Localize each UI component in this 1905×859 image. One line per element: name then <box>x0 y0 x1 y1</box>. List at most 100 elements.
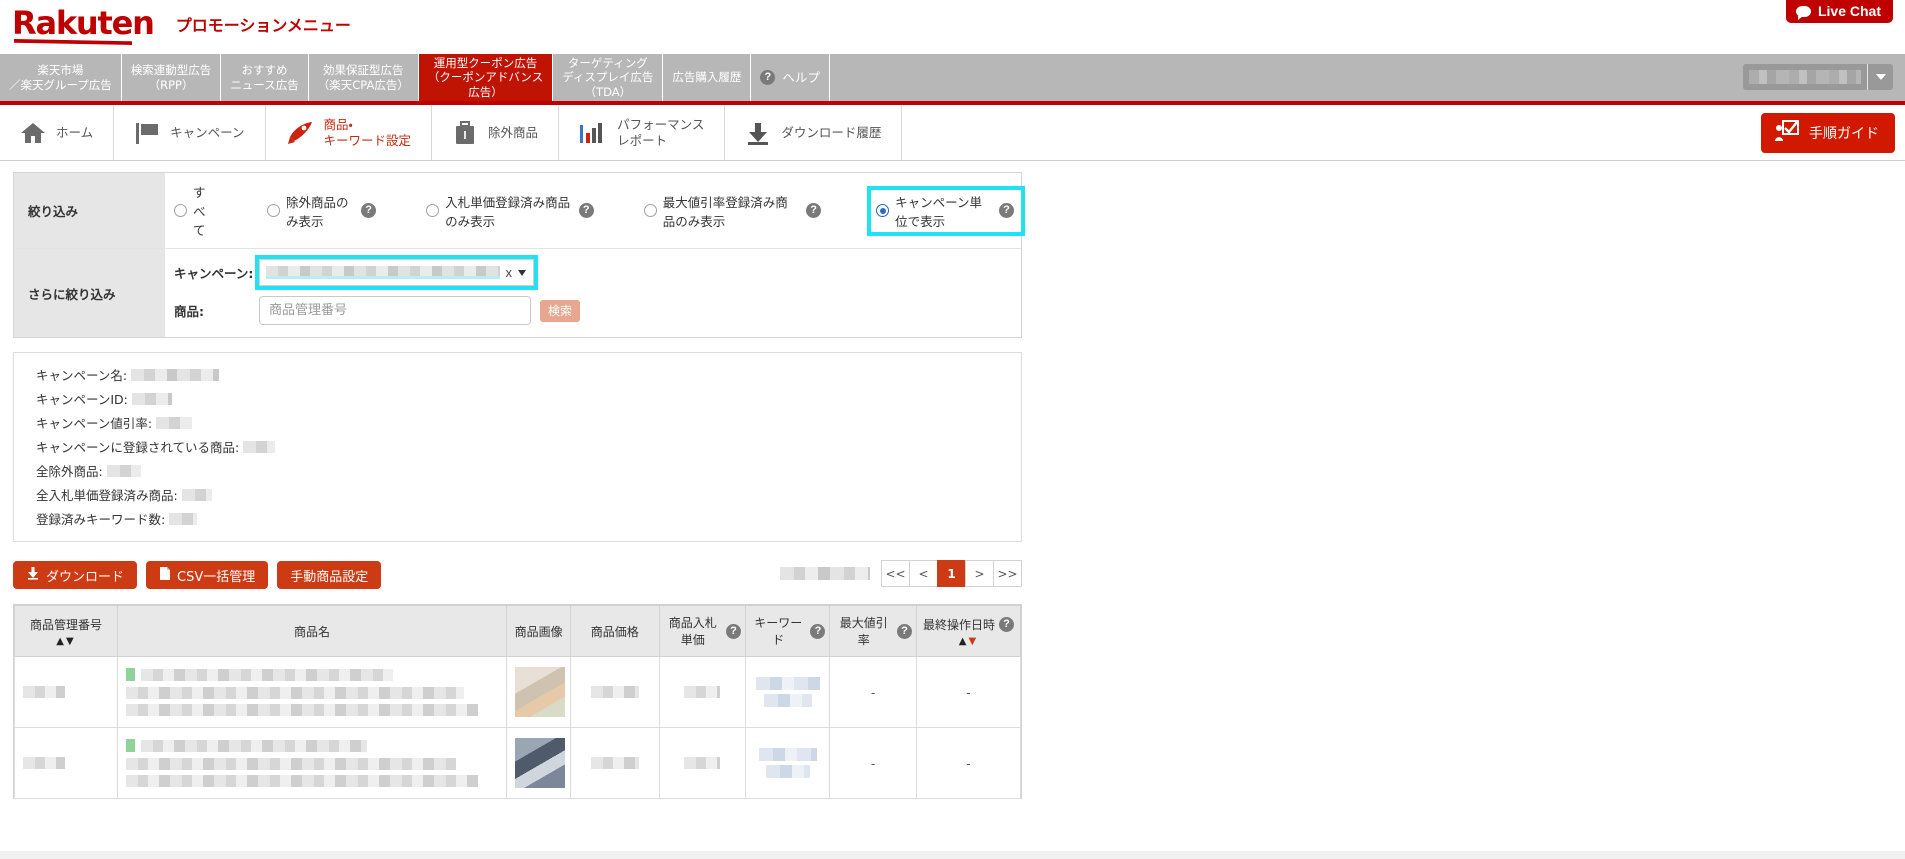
col-label: 商品管理番号 <box>29 617 102 632</box>
help-question-icon[interactable]: ? <box>361 203 377 218</box>
col-label: 最大値引率 <box>839 616 888 647</box>
info-all-excluded-products: 全除外商品: <box>36 461 1021 480</box>
filter-row-narrow: 絞り込み すべて 除外商品のみ表示 ? 入札単価登録済み商品のみ表示 ? 最大値… <box>14 173 1025 249</box>
pagination-next[interactable]: > <box>965 560 994 587</box>
col-max-discount-rate[interactable]: 最大値引率 ? <box>829 605 917 657</box>
sort-arrows-icon[interactable]: ▲▼ <box>19 636 113 647</box>
tab-rpp[interactable]: 検索連動型広告 （RPP） <box>122 54 222 101</box>
tab-label: 運用型クーポン広告 （クーポンアドバンス 広告） <box>427 56 544 99</box>
info-value-masked <box>131 392 172 405</box>
menu-item-excluded-products[interactable]: 除外商品 <box>432 105 560 160</box>
tab-cpa-ads[interactable]: 効果保証型広告 （楽天CPA広告） <box>309 54 419 101</box>
col-label: 商品入札単価 <box>668 616 717 647</box>
col-product-image[interactable]: 商品画像 <box>506 605 571 657</box>
info-value-masked <box>243 440 276 453</box>
radio-circle-icon <box>426 204 440 217</box>
info-all-bid-registered-products: 全入札単価登録済み商品: <box>36 485 1021 504</box>
tab-label: 検索連動型広告 （RPP） <box>130 63 212 92</box>
live-chat-button[interactable]: Live Chat <box>1785 0 1893 23</box>
campaign-clear-icon[interactable]: x <box>504 265 515 280</box>
chevron-down-icon[interactable] <box>518 269 526 276</box>
tab-tda[interactable]: ターゲティング ディスプレイ広告 （TDA） <box>553 54 664 101</box>
tab-label: ヘルプ <box>782 69 820 85</box>
cell-product-name <box>116 727 508 799</box>
help-question-icon[interactable]: ? <box>998 203 1014 218</box>
menu-item-home[interactable]: ホーム <box>0 105 115 160</box>
tab-news-ads[interactable]: おすすめ ニュース広告 <box>221 54 309 101</box>
help-question-icon[interactable]: ? <box>896 623 912 639</box>
item-code-input[interactable] <box>259 296 531 325</box>
cell-max-discount-rate: - <box>829 656 917 728</box>
cell-product-image <box>506 656 571 728</box>
col-product-code[interactable]: 商品管理番号 ▲▼ <box>14 605 118 657</box>
cell-product-bid-price <box>658 727 747 799</box>
chat-bubble-icon <box>1795 5 1811 20</box>
radio-max-discount-registered-only[interactable]: 最大値引率登録済み商品のみ表示 ? <box>643 192 822 230</box>
col-product-bid-price[interactable]: 商品入札単価 ? <box>658 605 747 657</box>
help-question-icon[interactable]: ? <box>726 623 742 639</box>
brand-area: Rakuten プロモーションメニュー <box>12 7 351 45</box>
tab-rakuten-ichiba[interactable]: 楽天市場 ／楽天グループ広告 <box>0 54 122 101</box>
pagination-prev[interactable]: < <box>909 560 938 587</box>
campaign-row: キャンペーン: x <box>174 255 580 290</box>
tab-label: ターゲティング ディスプレイ広告 （TDA） <box>562 56 654 99</box>
sort-arrows-icon[interactable]: ▲▼ <box>921 636 1016 647</box>
help-question-icon[interactable]: ? <box>578 203 594 218</box>
info-label: キャンペーン値引率: <box>36 416 153 431</box>
col-product-price[interactable]: 商品価格 <box>570 605 660 657</box>
col-label: 商品名 <box>294 624 331 639</box>
cell-product-code <box>14 727 118 799</box>
tab-help[interactable]: ? ヘルプ <box>751 54 830 101</box>
radio-all[interactable]: すべて <box>174 182 217 239</box>
radio-bid-registered-only[interactable]: 入札単価登録済み商品のみ表示 ? <box>426 192 594 230</box>
secondary-menu-bar: ホーム キャンペーン 商品・ キーワード設定 除外商品 パフォーマンス レポート <box>0 105 1905 161</box>
radio-by-campaign[interactable]: キャンペーン単位で表示 ? <box>867 185 1025 236</box>
menu-spacer <box>902 105 1905 160</box>
pagination-last[interactable]: >> <box>993 560 1022 587</box>
menu-item-performance-report[interactable]: パフォーマンス レポート <box>559 105 726 160</box>
pagination-page-1[interactable]: 1 <box>937 560 966 587</box>
pagination: << < 1 > >> <box>780 560 1022 587</box>
bar-chart-icon <box>579 121 607 145</box>
menu-item-campaign[interactable]: キャンペーン <box>114 105 266 160</box>
pagination-first[interactable]: << <box>881 560 910 587</box>
col-last-operation-time[interactable]: 最終操作日時 ? ▲▼ <box>915 605 1022 657</box>
col-product-name[interactable]: 商品名 <box>116 605 508 657</box>
csv-bulk-button[interactable]: CSV一括管理 <box>146 561 269 589</box>
guide-button[interactable]: 手順ガイド <box>1761 113 1895 153</box>
product-thumbnail[interactable] <box>515 738 566 788</box>
primary-tab-bar: 楽天市場 ／楽天グループ広告 検索連動型広告 （RPP） おすすめ ニュース広告… <box>0 54 1905 105</box>
info-value-masked <box>131 368 220 381</box>
help-question-icon[interactable]: ? <box>806 203 822 218</box>
info-label: キャンペーンID: <box>36 392 128 407</box>
menu-item-product-keyword-settings[interactable]: 商品・ キーワード設定 <box>266 105 433 160</box>
radio-circle-icon <box>876 204 890 217</box>
tab-purchase-history[interactable]: 広告購入履歴 <box>663 54 752 101</box>
product-thumbnail[interactable] <box>515 667 566 717</box>
search-button[interactable]: 検索 <box>540 299 581 322</box>
menu-item-download-history[interactable]: ダウンロード履歴 <box>725 105 903 160</box>
account-selector[interactable] <box>1743 64 1893 90</box>
col-keyword[interactable]: キーワード ? <box>745 605 831 657</box>
campaign-info-panel: キャンペーン名: キャンペーンID: キャンペーン値引率: キャンペーンに登録さ… <box>13 352 1022 542</box>
page-title: プロモーションメニュー <box>175 16 351 35</box>
cell-product-name <box>116 656 508 728</box>
manual-product-settings-button[interactable]: 手動商品設定 <box>277 561 382 589</box>
info-campaign-discount-rate: キャンペーン値引率: <box>36 413 1021 432</box>
menu-item-label: 除外商品 <box>488 124 539 140</box>
live-chat-label: Live Chat <box>1817 3 1881 19</box>
download-button[interactable]: ダウンロード <box>13 561 138 589</box>
chevron-down-icon[interactable] <box>1867 64 1893 90</box>
help-question-icon[interactable]: ? <box>998 616 1014 632</box>
radio-excluded-only[interactable]: 除外商品のみ表示 ? <box>266 192 377 230</box>
table-row[interactable]: - - <box>14 727 1022 799</box>
rakuten-logo[interactable]: Rakuten <box>12 7 155 45</box>
campaign-select[interactable]: x <box>259 259 534 286</box>
cell-product-bid-price <box>658 656 747 728</box>
horizontal-scrollbar[interactable] <box>0 851 1905 859</box>
help-question-icon[interactable]: ? <box>810 623 826 639</box>
table-row[interactable]: - - <box>14 656 1022 728</box>
info-label: キャンペーンに登録されている商品: <box>36 440 240 455</box>
tab-coupon-advance[interactable]: 運用型クーポン広告 （クーポンアドバンス 広告） <box>418 54 554 101</box>
new-tag-icon <box>125 668 135 681</box>
